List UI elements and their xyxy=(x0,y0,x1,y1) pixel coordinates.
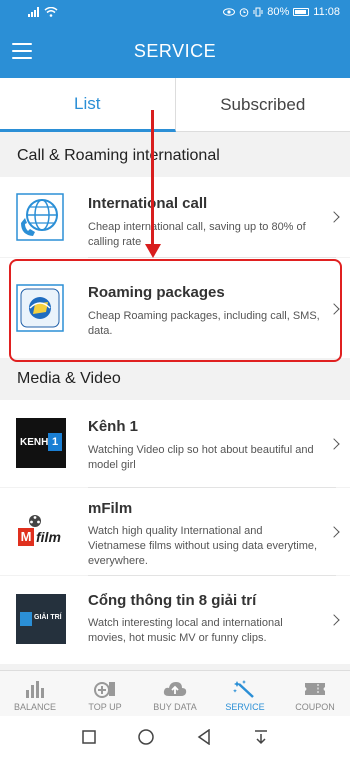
nav-service[interactable]: SERVICE xyxy=(210,671,280,716)
topup-icon xyxy=(94,682,115,698)
pull-down-icon xyxy=(255,730,268,745)
hamburger-icon xyxy=(12,43,32,45)
signal-icon xyxy=(28,7,39,17)
item-description: Watching Video clip so hot about beautif… xyxy=(88,444,314,471)
app-header: 80% 11:08 SERVICE xyxy=(0,0,350,78)
tab-subscribed[interactable]: Subscribed xyxy=(175,78,350,132)
nav-topup[interactable]: TOP UP xyxy=(70,671,140,716)
kenh1-logo-icon: KENH 1 xyxy=(16,418,66,468)
status-bar: 80% 11:08 xyxy=(0,0,350,24)
menu-button[interactable] xyxy=(12,43,32,59)
item-title: Kênh 1 xyxy=(88,418,139,435)
system-nav-bar xyxy=(0,716,350,758)
list-item-kenh1[interactable]: KENH 1 Kênh 1 Watching Video clip so hot… xyxy=(0,400,350,487)
section-title-media-video: Media & Video xyxy=(17,370,121,387)
mfilm-logo-icon: M film xyxy=(16,508,68,556)
clock: 11:08 xyxy=(313,6,340,18)
magic-wand-icon xyxy=(233,680,254,698)
nav-buy-data[interactable]: BUY DATA xyxy=(140,671,210,716)
triangle-back-icon xyxy=(197,729,210,745)
item-title: Cổng thông tin 8 giải trí xyxy=(88,592,257,609)
bottom-nav: BALANCE TOP UP BUY DATA SERVICE COUPON xyxy=(0,670,350,716)
list-item-giaitri[interactable]: GIẢI TRÍ Cổng thông tin 8 giải trí Watch… xyxy=(0,576,350,664)
battery-percent: 80% xyxy=(267,6,290,18)
tab-bar: List Subscribed xyxy=(0,78,350,132)
recent-apps-button[interactable] xyxy=(78,726,100,748)
nav-balance[interactable]: BALANCE xyxy=(0,671,70,716)
item-title: mFilm xyxy=(88,500,133,517)
annotation-arrow-head xyxy=(145,244,161,258)
item-title: International call xyxy=(88,195,208,212)
giaitri-logo-icon: GIẢI TRÍ xyxy=(16,594,66,644)
square-icon xyxy=(82,730,96,744)
back-button[interactable] xyxy=(193,726,215,748)
cloud-upload-icon xyxy=(163,682,187,696)
list-item-international-call[interactable]: International call Cheap international c… xyxy=(0,177,350,257)
eye-icon xyxy=(223,8,236,16)
section-title-call-roaming: Call & Roaming international xyxy=(17,147,220,164)
notification-pull-button[interactable] xyxy=(250,726,272,748)
battery-icon xyxy=(293,8,310,16)
ticket-icon xyxy=(305,683,325,695)
list-item-mfilm[interactable]: M film mFilm Watch high quality Internat… xyxy=(0,488,350,575)
nav-coupon[interactable]: COUPON xyxy=(280,671,350,716)
annotation-highlight-box xyxy=(9,259,342,362)
circle-icon xyxy=(138,729,154,745)
annotation-arrow xyxy=(151,110,154,248)
vibrate-icon xyxy=(253,7,263,17)
chevron-right-icon xyxy=(328,614,340,626)
chevron-right-icon xyxy=(328,211,340,223)
wifi-icon xyxy=(44,7,58,17)
tab-list[interactable]: List xyxy=(0,78,176,132)
alarm-icon xyxy=(239,8,249,17)
page-title: SERVICE xyxy=(133,40,217,61)
globe-phone-icon xyxy=(16,193,64,241)
bar-chart-icon xyxy=(26,681,44,698)
chevron-right-icon xyxy=(328,438,340,450)
home-button[interactable] xyxy=(135,726,157,748)
item-description: Cheap international call, saving up to 8… xyxy=(88,221,306,248)
item-description: Watch interesting local and internationa… xyxy=(88,617,283,644)
chevron-right-icon xyxy=(328,526,340,538)
item-description: Watch high quality International and Vie… xyxy=(88,525,318,567)
